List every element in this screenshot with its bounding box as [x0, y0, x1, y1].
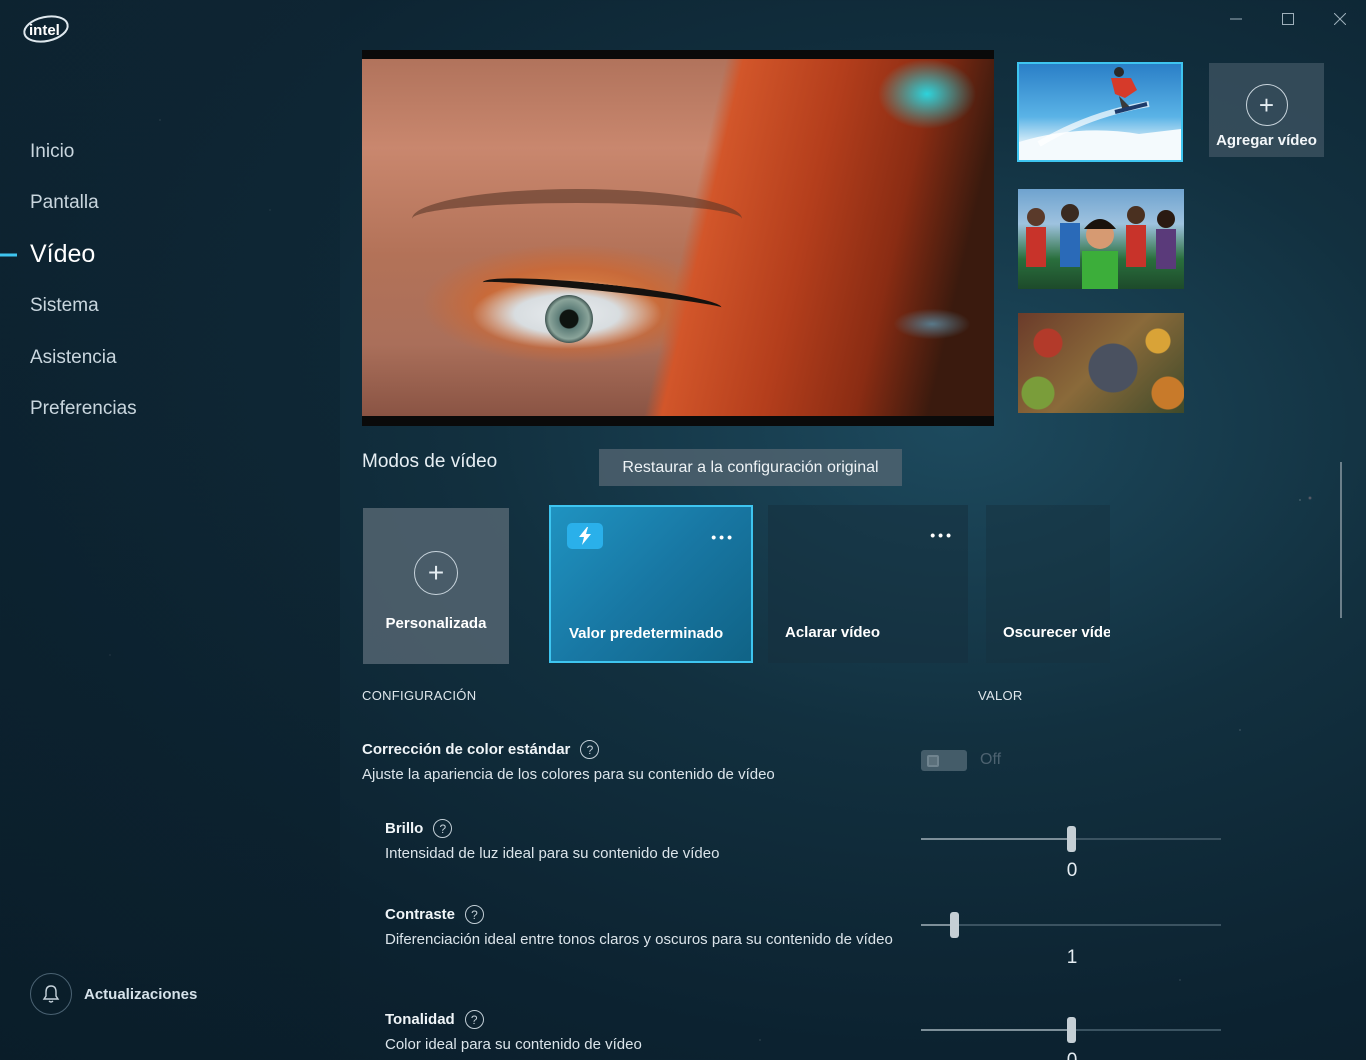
thumbnail-market[interactable] — [1018, 313, 1184, 413]
close-button[interactable] — [1314, 0, 1366, 38]
slider-thumb[interactable] — [1067, 1017, 1076, 1043]
setting-title: Corrección de color estándar — [362, 741, 571, 758]
mode-card-label: Aclarar vídeo — [785, 624, 881, 641]
maximize-button[interactable] — [1262, 0, 1314, 38]
setting-brightness: Brillo? Intensidad de luz ideal para su … — [385, 819, 719, 866]
intel-logo: intel — [22, 14, 70, 44]
window-controls — [1210, 0, 1366, 38]
column-header-config: CONFIGURACIÓN — [362, 688, 477, 703]
add-video-button[interactable]: + Agregar vídeo — [1209, 63, 1324, 157]
thumbnail-snowboard[interactable] — [1017, 62, 1183, 162]
setting-description: Diferenciación ideal entre tonos claros … — [385, 931, 893, 948]
mode-card-default[interactable]: ••• Valor predeterminado — [549, 505, 753, 663]
active-marker — [0, 253, 17, 257]
setting-title: Tonalidad — [385, 1011, 455, 1028]
modes-title: Modos de vídeo — [362, 451, 498, 472]
preview-iris — [545, 295, 593, 343]
thumbnail-crowd[interactable] — [1018, 189, 1184, 289]
video-preview[interactable] — [362, 50, 994, 426]
sidebar-item-preferencias[interactable]: Preferencias — [0, 384, 340, 436]
scrollbar[interactable] — [1340, 462, 1342, 618]
color-correction-toggle[interactable] — [921, 750, 967, 771]
slider-fill — [921, 838, 1071, 840]
help-icon[interactable]: ? — [464, 1010, 484, 1029]
toggle-knob — [927, 754, 939, 767]
slider-fill — [921, 1029, 1071, 1031]
sidebar-item-label: Asistencia — [30, 346, 117, 368]
updates-button[interactable]: Actualizaciones — [30, 973, 197, 1015]
slider-track — [921, 924, 1221, 926]
setting-description: Intensidad de luz ideal para su contenid… — [385, 845, 720, 862]
sidebar: intel Inicio Pantalla Vídeo Sistema Asis… — [0, 0, 340, 1060]
slider-thumb[interactable] — [1067, 826, 1076, 852]
sidebar-item-label: Vídeo — [30, 240, 96, 269]
more-options-icon[interactable]: ••• — [930, 527, 954, 543]
setting-color-correction: Corrección de color estándar? Ajuste la … — [362, 740, 775, 787]
setting-contrast: Contraste? Diferenciación ideal entre to… — [385, 905, 905, 952]
mode-card-label: Personalizada — [385, 615, 487, 632]
sidebar-item-video[interactable]: Vídeo — [0, 229, 340, 281]
minimize-icon — [1230, 18, 1242, 20]
slider-thumb[interactable] — [950, 912, 959, 938]
help-icon[interactable]: ? — [465, 905, 485, 924]
hue-value: 0 — [1054, 1050, 1090, 1060]
snowboarder-graphic — [1019, 67, 1181, 160]
plus-icon: + — [1245, 84, 1288, 126]
close-icon — [1334, 13, 1346, 25]
setting-description: Ajuste la apariencia de los colores para… — [362, 766, 775, 783]
contrast-slider[interactable] — [921, 910, 1221, 940]
mode-card-darken[interactable]: Oscurecer víde — [986, 505, 1110, 663]
mode-card-label: Valor predeterminado — [569, 625, 724, 642]
sidebar-item-asistencia[interactable]: Asistencia — [0, 332, 340, 384]
plus-icon: + — [414, 551, 458, 595]
minimize-button[interactable] — [1210, 0, 1262, 38]
mode-card-brighten[interactable]: ••• Aclarar vídeo — [768, 505, 968, 663]
sidebar-item-sistema[interactable]: Sistema — [0, 281, 340, 333]
setting-title: Contraste — [385, 906, 456, 923]
sidebar-item-label: Sistema — [30, 295, 99, 317]
help-icon[interactable]: ? — [580, 740, 600, 759]
sidebar-item-label: Pantalla — [30, 192, 99, 214]
crowd-graphic — [1026, 204, 1176, 289]
column-header-value: VALOR — [978, 688, 1023, 703]
brightness-slider[interactable] — [921, 824, 1221, 854]
toggle-state-label: Off — [980, 751, 1002, 768]
setting-hue: Tonalidad? Color ideal para su contenido… — [385, 1010, 642, 1057]
sidebar-item-inicio[interactable]: Inicio — [0, 126, 340, 178]
restore-defaults-button[interactable]: Restaurar a la configuración original — [599, 449, 902, 486]
setting-description: Color ideal para su contenido de vídeo — [385, 1036, 642, 1053]
brightness-value: 0 — [1066, 860, 1078, 881]
updates-label: Actualizaciones — [84, 985, 198, 1003]
mode-card-custom[interactable]: + Personalizada — [363, 508, 509, 664]
hue-slider[interactable] — [921, 1015, 1221, 1045]
mode-card-label: Oscurecer víde — [1003, 624, 1110, 641]
help-icon[interactable]: ? — [433, 819, 453, 838]
maximize-icon — [1282, 13, 1294, 25]
sidebar-item-pantalla[interactable]: Pantalla — [0, 178, 340, 230]
bell-icon — [30, 973, 72, 1015]
sidebar-nav: Inicio Pantalla Vídeo Sistema Asistencia… — [0, 126, 340, 435]
contrast-value: 1 — [1066, 947, 1078, 968]
svg-text:intel: intel — [29, 22, 60, 39]
setting-title: Brillo — [385, 820, 424, 837]
more-options-icon[interactable]: ••• — [711, 529, 735, 545]
sidebar-item-label: Preferencias — [30, 398, 137, 420]
sidebar-item-label: Inicio — [30, 140, 75, 162]
preview-eyebrow — [412, 189, 742, 249]
add-video-label: Agregar vídeo — [1216, 132, 1317, 149]
lightning-icon — [567, 523, 603, 549]
